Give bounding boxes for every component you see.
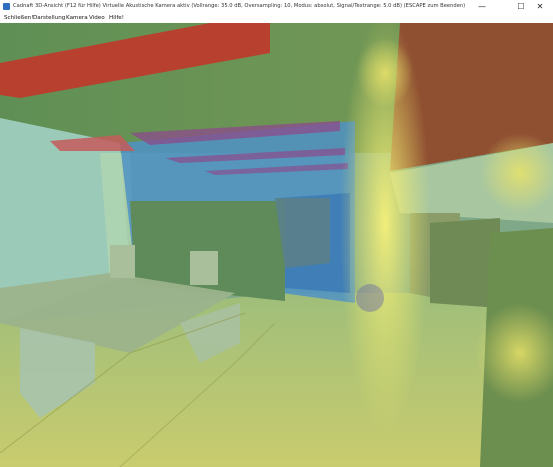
menu-hilfe[interactable]: Hilfe! <box>109 14 124 22</box>
acoustic-hotspot-top <box>357 38 413 108</box>
scene-render <box>0 23 553 467</box>
menu-kamera[interactable]: Kamera <box>66 14 88 22</box>
minimize-button[interactable]: — <box>469 0 495 13</box>
app-icon <box>3 3 10 10</box>
window-title: Cadnaft 3D-Ansicht (F12 für Hilfe) Virtu… <box>13 3 466 9</box>
menu-darstellung[interactable]: Darstellung <box>33 14 65 22</box>
close-button[interactable]: ✕ <box>527 0 553 13</box>
3d-viewport[interactable] <box>0 23 553 467</box>
menu-video[interactable]: Video <box>89 14 105 22</box>
chair-back-1 <box>110 245 135 278</box>
chair-back-2 <box>190 251 218 285</box>
title-bar[interactable]: Cadnaft 3D-Ansicht (F12 für Hilfe) Virtu… <box>0 0 553 14</box>
app-window: Cadnaft 3D-Ansicht (F12 für Hilfe) Virtu… <box>0 0 553 467</box>
menu-schliessen[interactable]: Schließen! <box>4 14 33 22</box>
acoustic-hotspot-core <box>356 284 384 312</box>
